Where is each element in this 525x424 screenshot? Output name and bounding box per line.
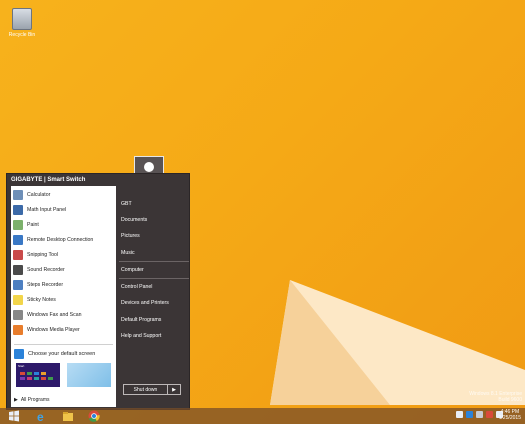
program-item-remote-desktop[interactable]: Remote Desktop Connection <box>13 233 114 246</box>
program-item-calculator[interactable]: Calculator <box>13 188 114 201</box>
program-label: Paint <box>27 221 39 228</box>
program-label: Sticky Notes <box>27 296 56 303</box>
start-screen-icon <box>14 349 24 359</box>
all-programs-link[interactable]: ▶ All Programs <box>14 397 49 403</box>
place-documents[interactable]: Documents <box>121 214 187 226</box>
sticky-notes-icon <box>13 294 23 305</box>
default-screen-title[interactable]: Choose your default screen <box>14 348 114 360</box>
flag-tray-icon[interactable] <box>476 411 483 418</box>
place-default-programs[interactable]: Default Programs <box>121 314 187 326</box>
desktop-thumbnail[interactable] <box>67 363 111 387</box>
place-control-panel[interactable]: Control Panel <box>121 281 187 293</box>
steps-recorder-icon <box>13 279 23 290</box>
start-thumb-label: Start <box>18 364 25 368</box>
watermark-build: Build 9600 <box>498 397 522 403</box>
program-item-fax-and-scan[interactable]: Windows Fax and Scan <box>13 308 114 321</box>
place-pictures[interactable]: Pictures <box>121 230 187 242</box>
place-music[interactable]: Music <box>121 247 187 259</box>
start-menu-header: GIGABYTE | Smart Switch <box>11 177 86 183</box>
wallpaper-shape <box>270 280 525 405</box>
places-pane: GBT Documents Pictures Music Computer Co… <box>119 174 189 409</box>
program-list-pane: Calculator Math Input Panel Paint Remote… <box>11 186 116 407</box>
windows-watermark: Windows 8.1 Enterprise Build 9600 <box>469 391 522 403</box>
places-divider <box>119 278 189 279</box>
program-label: Calculator <box>27 191 51 198</box>
security-tray-icon[interactable] <box>486 411 493 418</box>
place-devices-and-printers[interactable]: Devices and Printers <box>121 297 187 309</box>
shutdown-button-group: Shut down ▶ <box>123 384 181 395</box>
default-screen-chooser: Choose your default screen Start <box>14 348 114 388</box>
start-tile <box>20 377 25 380</box>
internet-explorer-icon[interactable]: e <box>36 410 48 422</box>
program-item-sound-recorder[interactable]: Sound Recorder <box>13 263 114 276</box>
program-item-paint[interactable]: Paint <box>13 218 114 231</box>
start-tile <box>34 372 39 375</box>
program-label: Math Input Panel <box>27 206 67 213</box>
default-screen-label: Choose your default screen <box>28 351 96 357</box>
calculator-icon <box>13 189 23 200</box>
desktop-icon-label: Recycle Bin <box>8 32 36 38</box>
chrome-icon[interactable] <box>88 410 100 422</box>
remote-desktop-icon <box>13 234 23 245</box>
paint-icon <box>13 219 23 230</box>
start-tile <box>27 377 32 380</box>
recycle-bin-desktop-icon[interactable]: Recycle Bin <box>4 8 40 38</box>
file-explorer-icon[interactable] <box>62 410 74 422</box>
shutdown-button[interactable]: Shut down <box>124 385 168 394</box>
shutdown-options-arrow-icon[interactable]: ▶ <box>168 385 180 394</box>
place-help-and-support[interactable]: Help and Support <box>121 330 187 342</box>
media-player-icon <box>13 324 23 335</box>
svg-text:e: e <box>37 410 44 422</box>
microphone-icon <box>13 264 23 275</box>
program-label: Snipping Tool <box>27 251 59 258</box>
scissors-icon <box>13 249 23 260</box>
start-tile <box>34 377 39 380</box>
math-input-icon <box>13 204 23 215</box>
places-divider <box>119 261 189 262</box>
start-tile <box>41 372 46 375</box>
start-screen-thumbnail[interactable]: Start <box>16 363 60 387</box>
taskbar-clock[interactable]: 4:46 PM 1/25/2015 <box>499 409 521 421</box>
start-tile <box>48 377 53 380</box>
program-label: Windows Media Player <box>27 326 80 333</box>
network-tray-icon[interactable] <box>456 411 463 418</box>
start-menu: GIGABYTE | Smart Switch Calculator Math … <box>6 173 190 410</box>
program-item-steps-recorder[interactable]: Steps Recorder <box>13 278 114 291</box>
program-label: Windows Fax and Scan <box>27 311 82 318</box>
recycle-bin-icon <box>12 8 32 30</box>
program-item-math-input-panel[interactable]: Math Input Panel <box>13 203 114 216</box>
place-gbt[interactable]: GBT <box>121 198 187 210</box>
start-tile <box>27 372 32 375</box>
place-computer[interactable]: Computer <box>121 264 187 276</box>
program-label: Remote Desktop Connection <box>27 236 94 243</box>
taskbar: e 4:46 PM 1/25/2015 <box>0 408 525 424</box>
program-label: Steps Recorder <box>27 281 64 288</box>
program-list-divider <box>14 344 113 345</box>
clock-date: 1/25/2015 <box>498 415 521 421</box>
fax-icon <box>13 309 23 320</box>
windows-logo-icon[interactable] <box>8 410 20 422</box>
all-programs-label: All Programs <box>20 397 50 403</box>
program-item-media-player[interactable]: Windows Media Player <box>13 323 114 336</box>
action-center-tray-icon[interactable] <box>466 411 473 418</box>
start-tile <box>41 377 46 380</box>
program-item-snipping-tool[interactable]: Snipping Tool <box>13 248 114 261</box>
start-tile <box>20 372 25 375</box>
program-label: Sound Recorder <box>27 266 65 273</box>
arrow-right-icon: ▶ <box>14 397 18 403</box>
program-item-sticky-notes[interactable]: Sticky Notes <box>13 293 114 306</box>
